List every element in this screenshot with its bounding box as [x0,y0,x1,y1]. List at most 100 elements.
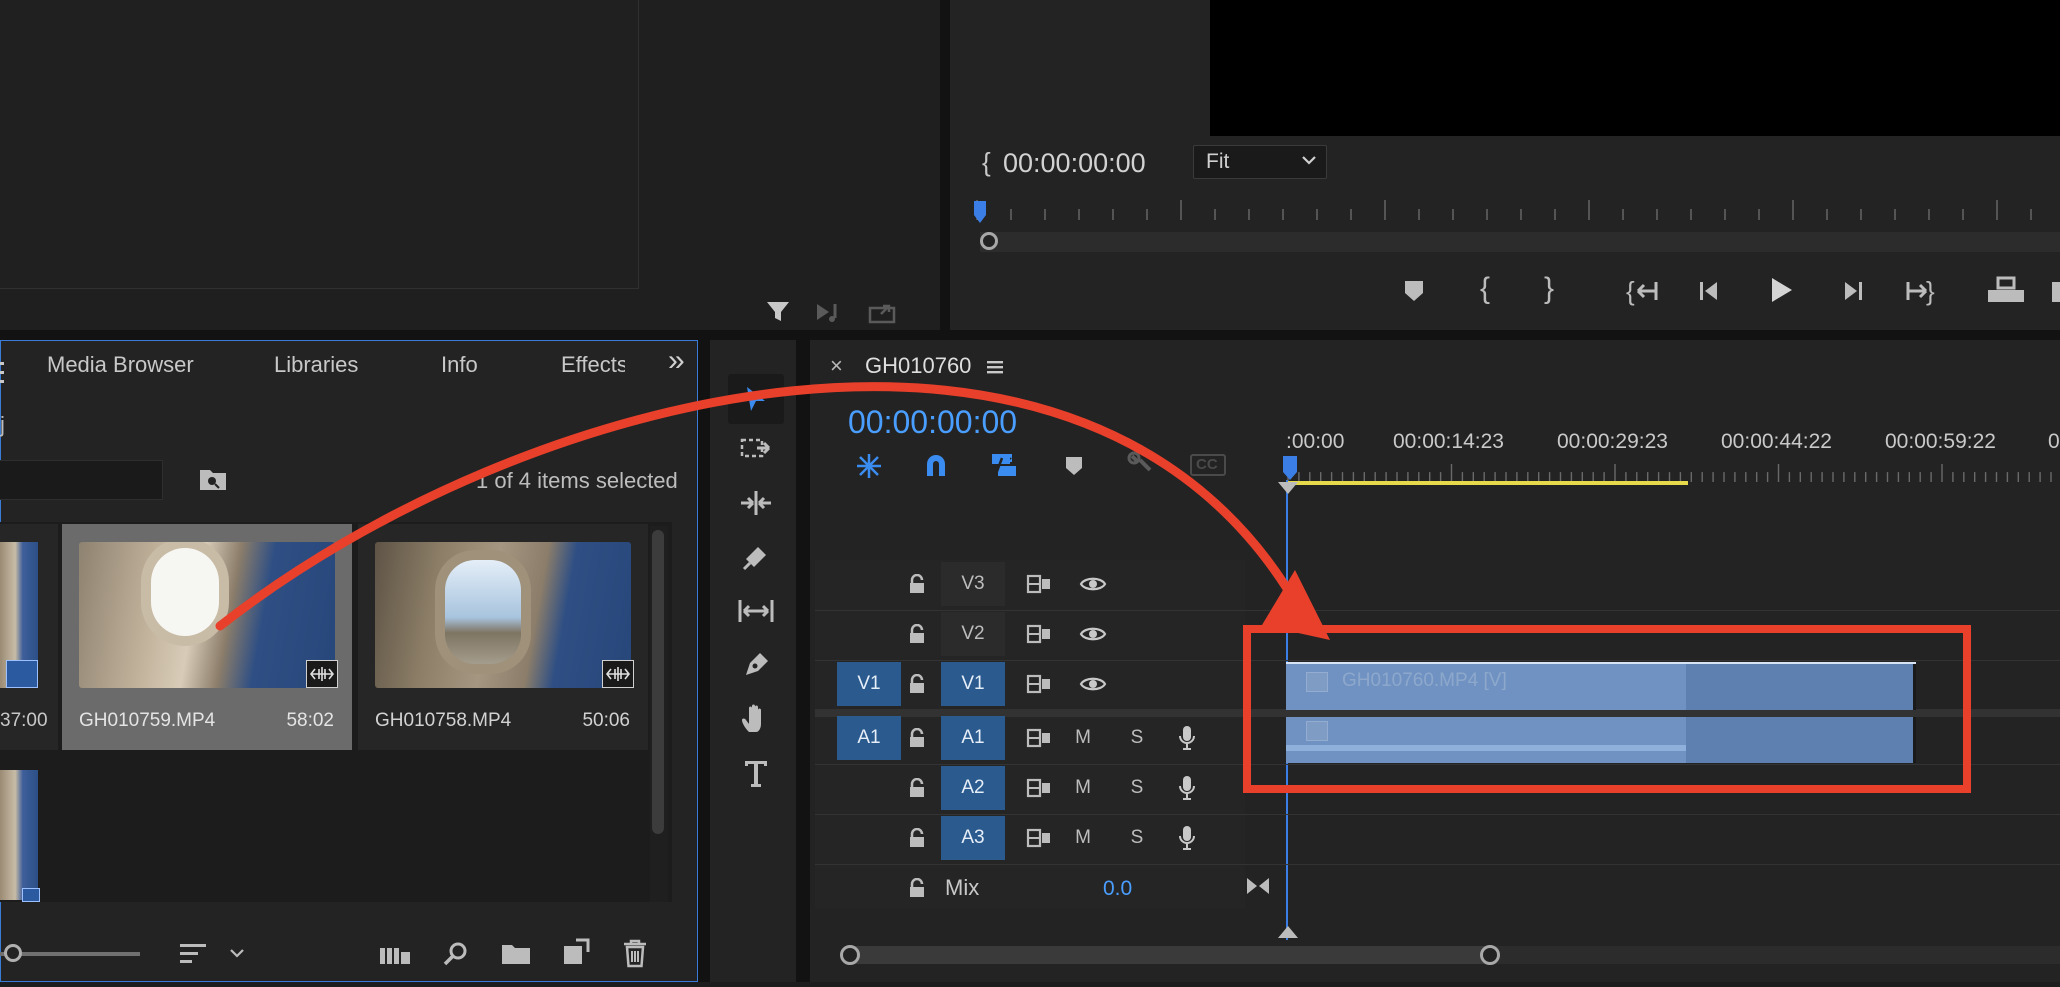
mix-value[interactable]: 0.0 [1103,877,1132,901]
solo-button[interactable]: S [1115,716,1159,760]
eye-icon[interactable] [1061,662,1125,706]
track-select-tool[interactable] [728,424,784,474]
zoom-select[interactable]: Fit [1193,145,1327,179]
find-icon[interactable] [198,466,228,497]
program-zoom-scrollbar[interactable] [980,232,2060,252]
lock-icon[interactable] [885,612,949,656]
step-back-icon[interactable] [1696,276,1726,311]
lock-icon[interactable] [885,716,949,760]
svg-text:{: { [1626,276,1635,306]
new-bin-icon[interactable] [500,940,532,973]
thumbnail-size-handle[interactable] [4,944,22,962]
sort-icon[interactable] [178,940,208,973]
new-item-icon[interactable] [562,938,590,973]
mix-bowtie-icon[interactable] [1245,874,1271,903]
mix-label: Mix [945,875,980,900]
wrench-icon[interactable] [1126,450,1156,485]
program-playhead[interactable] [974,201,986,223]
lock-icon[interactable] [885,766,949,810]
insert-audio-icon[interactable] [812,296,846,328]
go-to-in-icon[interactable]: { [1626,276,1660,311]
timeline-scroll-handle-right[interactable] [1480,945,1500,965]
track-name-v2[interactable]: V2 [941,612,1005,656]
automate-to-sequence-icon[interactable] [378,940,412,973]
lock-icon[interactable] [885,562,949,606]
clip-card-gh010758[interactable]: GH010758.MP4 50:06 [358,524,648,750]
program-ruler[interactable] [975,200,2060,230]
timeline-playhead-head[interactable] [1283,456,1297,480]
audio-video-badge-icon [602,660,634,688]
mute-button[interactable]: M [1061,816,1105,860]
razor-tool[interactable] [728,532,784,582]
left-clip-partial-2[interactable] [0,770,40,902]
tab-media-browser[interactable]: Media Browser [47,352,194,378]
panel-menu-icon[interactable] [0,356,6,390]
linked-selection-icon[interactable] [988,450,1020,485]
ripple-edit-tool[interactable] [728,478,784,528]
type-tool[interactable] [728,748,784,798]
left-clip-thumb-2 [0,770,38,900]
go-to-out-icon[interactable]: } [1904,276,1938,311]
horizontal-divider [0,330,2060,340]
mute-button[interactable]: M [1061,766,1105,810]
export-frame-icon[interactable] [866,296,900,328]
mark-in-icon[interactable]: { [1480,272,1490,306]
track-name-a3[interactable]: A3 [941,816,1005,860]
timeline-scrollbar-thumb[interactable] [850,946,1490,964]
selection-tool[interactable] [728,374,784,424]
filter-icon[interactable] [762,296,794,328]
microphone-icon[interactable] [1165,816,1209,860]
work-area-bar[interactable] [1288,481,1688,485]
add-marker-icon[interactable] [1063,454,1085,483]
eye-icon[interactable] [1061,562,1125,606]
lock-icon[interactable] [885,662,949,706]
tab-effects[interactable]: Effects [561,352,625,377]
tab-libraries[interactable]: Libraries [274,352,358,378]
add-marker-icon[interactable] [1402,278,1426,309]
track-name-a1[interactable]: A1 [941,716,1005,760]
step-forward-icon[interactable] [1836,276,1866,311]
search-icon[interactable] [442,940,470,973]
program-monitor-video [1210,0,2060,136]
timeline-close-icon[interactable]: × [830,353,843,379]
project-search-input[interactable] [0,460,163,500]
snap-icon[interactable] [922,452,950,485]
pen-tool[interactable] [728,640,784,690]
play-icon[interactable] [1766,274,1796,311]
grid-scrollbar-thumb[interactable] [652,530,664,834]
clip-card-gh010759[interactable]: GH010759.MP4 58:02 [62,524,352,750]
nest-toggle-icon[interactable] [854,452,884,485]
tab-info[interactable]: Info [441,352,478,378]
left-clip-duration: 37:00 [0,710,48,731]
timeline-scroll-handle-left[interactable] [840,945,860,965]
left-clip-partial[interactable]: 37:00 [0,524,58,750]
solo-button[interactable]: S [1115,816,1159,860]
microphone-icon[interactable] [1165,716,1209,760]
program-timecode[interactable]: 00:00:00:00 [1003,148,1146,179]
sequence-menu-icon[interactable] [986,358,1004,381]
track-name-v1[interactable]: V1 [941,662,1005,706]
tabs-overflow-icon[interactable]: » [668,344,685,378]
mute-button[interactable]: M [1061,716,1105,760]
lift-icon[interactable] [1986,274,2026,311]
trash-icon[interactable] [622,938,648,973]
hand-tool[interactable] [728,694,784,744]
timeline-timecode[interactable]: 00:00:00:00 [848,404,1017,441]
captions-icon[interactable]: CC [1190,454,1226,476]
track-mix: Mix 0.0 [815,866,2060,914]
lock-icon[interactable] [885,866,949,910]
mark-out-icon[interactable]: } [1544,272,1554,306]
slip-tool[interactable] [728,586,784,636]
track-name-a2[interactable]: A2 [941,766,1005,810]
sequence-tab[interactable]: GH010760 [865,353,971,379]
program-scroll-handle[interactable] [980,232,998,250]
lock-icon[interactable] [885,816,949,860]
sort-chevron-down-icon[interactable] [228,944,246,967]
extract-icon[interactable] [2052,282,2060,302]
microphone-icon[interactable] [1165,766,1209,810]
eye-icon[interactable] [1061,612,1125,656]
track-v3: V3 [815,562,2060,611]
solo-button[interactable]: S [1115,766,1159,810]
track-name-v3[interactable]: V3 [941,562,1005,606]
ruler-label-3: 00:00:44:22 [1721,430,1832,453]
